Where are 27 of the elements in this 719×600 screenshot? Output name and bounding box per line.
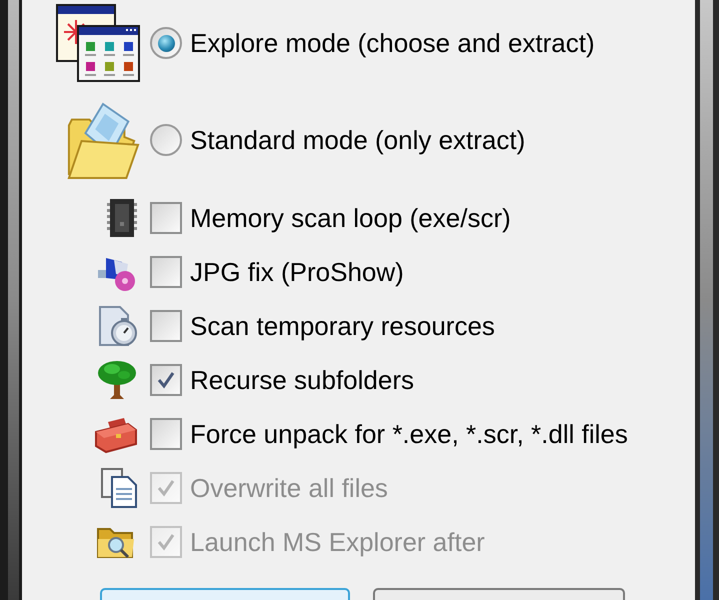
radio-label: Explore mode (choose and extract) — [190, 26, 595, 60]
checkbox-label: Force unpack for *.exe, *.scr, *.dll files — [190, 418, 628, 450]
checkbox[interactable] — [150, 418, 182, 450]
dialog-button[interactable] — [100, 588, 350, 600]
checkbox-label: Recurse subfolders — [190, 364, 414, 396]
tree-icon — [96, 359, 138, 401]
checkbox-label: Overwrite all files — [190, 472, 388, 504]
checkbox-label: Launch MS Explorer after — [190, 526, 485, 558]
app-windows-icon — [56, 4, 140, 82]
radio-button[interactable] — [150, 124, 182, 156]
chip-icon — [106, 198, 138, 238]
check-icon — [156, 532, 176, 552]
checkbox-label: Scan temporary resources — [190, 310, 495, 342]
check-icon — [156, 478, 176, 498]
folder-icon — [66, 100, 140, 180]
checkbox[interactable] — [150, 310, 182, 342]
stopwatch-icon — [98, 305, 138, 347]
checkbox[interactable] — [150, 256, 182, 288]
documents-icon — [100, 467, 138, 509]
radio-label: Standard mode (only extract) — [190, 124, 526, 156]
dialog-button[interactable] — [373, 588, 625, 600]
checkbox[interactable] — [150, 202, 182, 234]
checkbox-label: JPG fix (ProShow) — [190, 256, 404, 288]
check-icon — [156, 370, 176, 390]
radio-button[interactable] — [150, 27, 182, 59]
checkbox-label: Memory scan loop (exe/scr) — [190, 202, 511, 234]
checkbox[interactable] — [150, 364, 182, 396]
